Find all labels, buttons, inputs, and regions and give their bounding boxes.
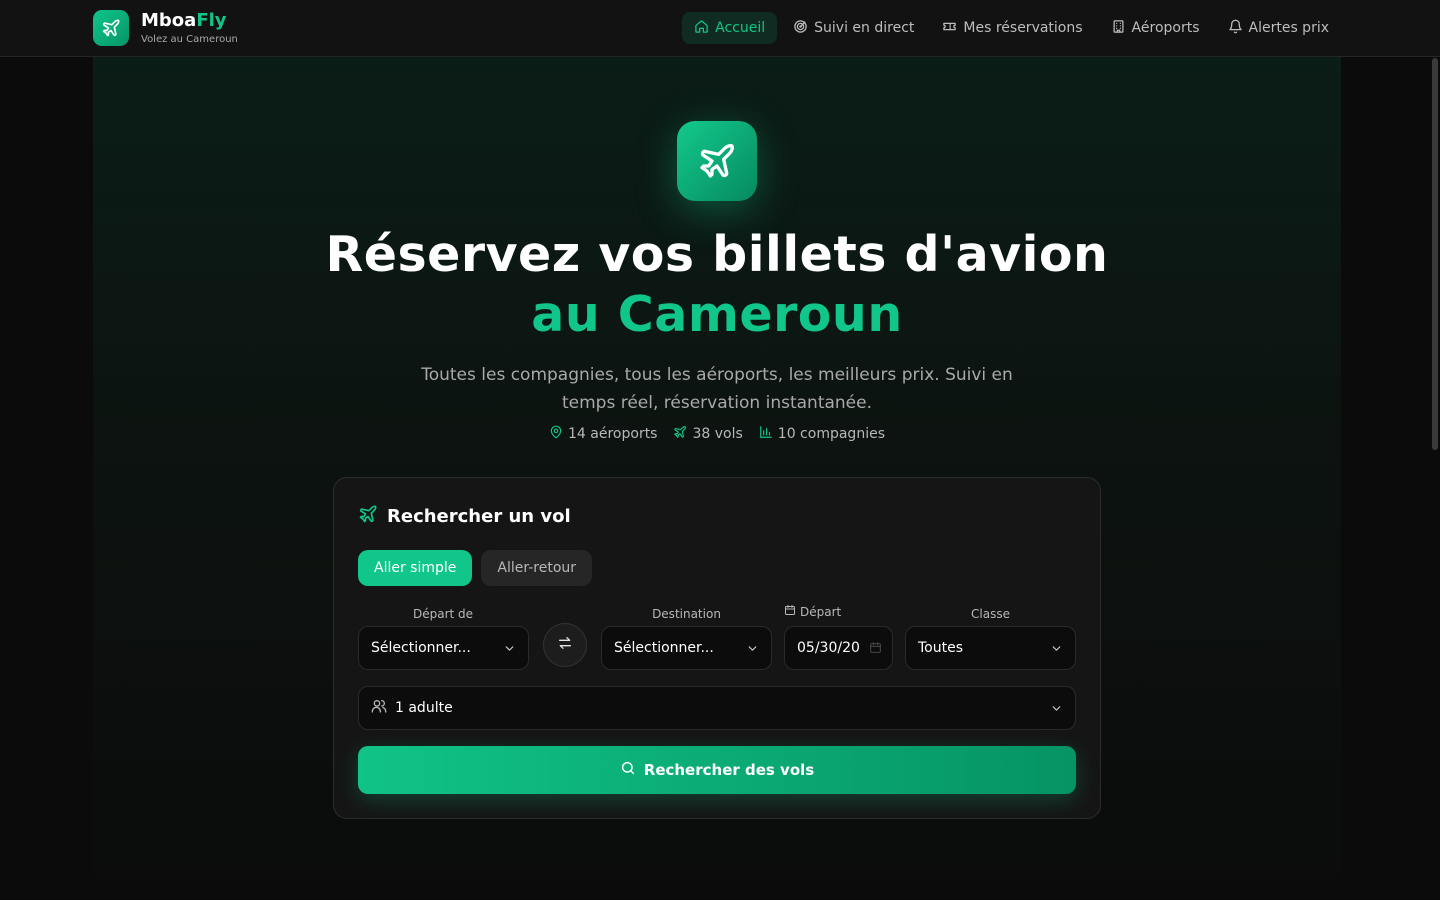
stat-flights: 38 vols [673, 425, 743, 443]
main-nav: Accueil Suivi en direct Mes réservations… [682, 12, 1341, 44]
page-title: Réservez vos billets d'avion [325, 226, 1109, 283]
nav-item-label: Alertes prix [1248, 20, 1330, 36]
date-label: Départ [784, 604, 841, 619]
class-select[interactable]: Toutes [905, 626, 1076, 670]
search-title-text: Rechercher un vol [387, 506, 571, 527]
search-icon [620, 760, 636, 780]
swap-arrows-icon [557, 635, 573, 655]
from-select[interactable]: Sélectionner... [358, 626, 529, 670]
plane-icon [677, 121, 757, 201]
class-label: Classe [971, 607, 1010, 621]
passengers-value: 1 adulte [395, 700, 453, 716]
passengers-select[interactable]: 1 adulte [358, 686, 1076, 730]
map-pin-icon [549, 425, 563, 443]
calendar-icon [869, 641, 882, 658]
nav-item-suivi[interactable]: Suivi en direct [781, 12, 926, 44]
to-select[interactable]: Sélectionner... [601, 626, 772, 670]
chevron-down-icon [1050, 702, 1063, 719]
stat-label: 14 aéroports [568, 426, 658, 442]
bar-chart-icon [759, 425, 773, 443]
class-value: Toutes [918, 640, 964, 656]
flight-search-card: Rechercher un vol Aller simple Aller-ret… [333, 477, 1101, 819]
chevron-down-icon [746, 642, 759, 659]
home-icon [694, 19, 709, 38]
page-title-accent: au Cameroun [531, 286, 903, 343]
from-label: Départ de [412, 607, 474, 621]
plane-icon [93, 10, 129, 46]
nav-item-aeroports[interactable]: Aéroports [1099, 12, 1212, 44]
to-label: Destination [652, 607, 721, 621]
building-icon [1111, 19, 1126, 38]
one-way-button[interactable]: Aller simple [358, 550, 473, 586]
nav-item-alertes[interactable]: Alertes prix [1216, 12, 1342, 44]
stat-airlines: 10 compagnies [759, 425, 885, 443]
ticket-icon [942, 19, 957, 38]
radar-icon [793, 19, 808, 38]
stat-label: 10 compagnies [777, 426, 885, 442]
hero-subtitle: Toutes les compagnies, tous les aéroport… [421, 365, 1013, 413]
round-trip-button[interactable]: Aller-retour [481, 550, 593, 586]
plane-icon [358, 504, 378, 529]
stat-label: 38 vols [692, 426, 743, 442]
nav-item-label: Suivi en direct [814, 20, 915, 36]
stat-airports: 14 aéroports [549, 425, 657, 443]
users-icon [371, 698, 387, 718]
brand[interactable]: MboaFly Volez au Cameroun [93, 10, 238, 46]
scrollbar[interactable] [1432, 58, 1438, 450]
calendar-icon [784, 604, 796, 619]
brand-name-main: Mboa [141, 9, 197, 31]
nav-item-label: Mes réservations [963, 20, 1083, 36]
swap-button[interactable] [543, 623, 587, 667]
nav-item-reservations[interactable]: Mes réservations [930, 12, 1094, 44]
hero-stats: 14 aéroports 38 vols 10 compagnies [93, 425, 1341, 443]
date-label-text: Départ [800, 604, 842, 619]
top-navbar: MboaFly Volez au Cameroun Accueil Suivi … [0, 0, 1440, 57]
search-flights-button[interactable]: Rechercher des vols [358, 746, 1076, 794]
plane-icon [673, 425, 687, 443]
nav-item-accueil[interactable]: Accueil [682, 12, 778, 44]
date-value: 05/30/20 [797, 640, 860, 656]
search-button-label: Rechercher des vols [643, 761, 815, 779]
bell-icon [1228, 19, 1243, 38]
brand-tagline: Volez au Cameroun [141, 33, 238, 45]
trip-type-toggle: Aller simple Aller-retour [358, 550, 593, 586]
search-card-title: Rechercher un vol [358, 504, 571, 529]
departure-date-input[interactable]: 05/30/20 [784, 626, 893, 670]
nav-item-label: Aéroports [1131, 20, 1200, 36]
brand-name: MboaFly [141, 9, 238, 31]
brand-name-accent: Fly [196, 9, 227, 31]
from-value: Sélectionner... [371, 640, 471, 656]
chevron-down-icon [1050, 642, 1063, 659]
chevron-down-icon [503, 642, 516, 659]
to-value: Sélectionner... [614, 640, 714, 656]
nav-item-label: Accueil [715, 20, 766, 36]
